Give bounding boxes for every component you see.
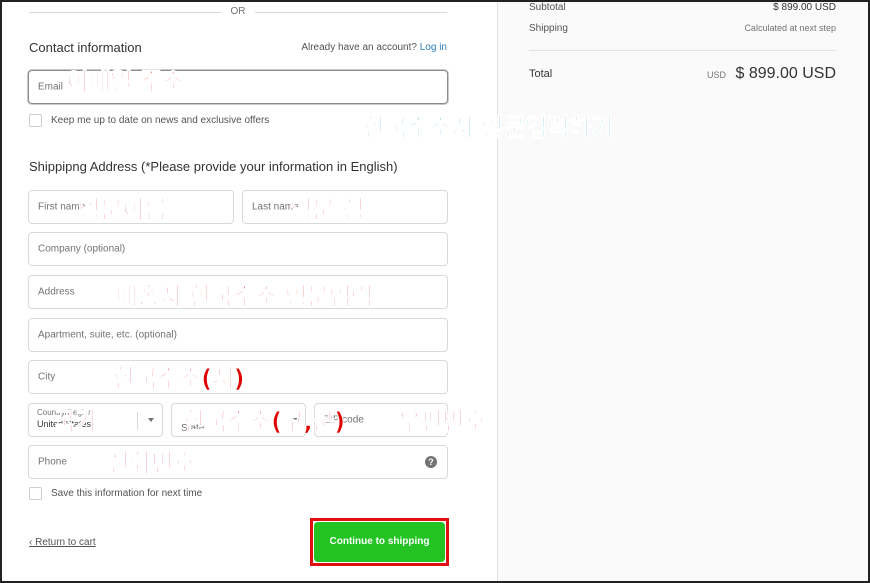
- summary-divider: [529, 50, 836, 51]
- annotation-country: 국가: [52, 407, 98, 437]
- divider-line-right: [255, 12, 447, 13]
- apartment-placeholder: Apartment, suite, etc. (optional): [38, 329, 177, 341]
- company-field[interactable]: Company (optional): [28, 232, 448, 266]
- annotation-phone: 전화번호: [106, 449, 196, 479]
- email-placeholder: Email: [38, 81, 64, 93]
- newsletter-checkbox[interactable]: [29, 114, 42, 127]
- company-placeholder: Company (optional): [38, 243, 126, 255]
- or-divider: OR: [29, 5, 447, 19]
- save-info-label: Save this information for next time: [51, 488, 203, 499]
- subtotal-label: Subtotal: [529, 2, 566, 13]
- shipping-value: Calculated at next step: [744, 23, 836, 33]
- chevron-down-icon: [148, 418, 154, 422]
- total-label: Total: [529, 68, 553, 80]
- total-currency: USD: [706, 70, 726, 80]
- save-info-checkbox[interactable]: [29, 487, 42, 500]
- annotation-state: 한국주소(구,군): [182, 407, 345, 437]
- annotation-english-address: 한국주소지 영문입력하기: [363, 113, 615, 143]
- annotation-last-name: 영문 성: [290, 195, 366, 225]
- apartment-field[interactable]: Apartment, suite, etc. (optional): [28, 318, 448, 352]
- newsletter-checkbox-row[interactable]: Keep me up to date on news and exclusive…: [29, 114, 269, 127]
- subtotal-row: Subtotal $ 899.00 USD: [529, 2, 836, 13]
- phone-placeholder: Phone: [38, 456, 67, 468]
- shipping-address-title: Shippipng Address (*Please provide your …: [29, 159, 398, 174]
- shipping-row: Shipping Calculated at next step: [529, 23, 836, 34]
- login-prompt-text: Already have an account?: [301, 42, 417, 53]
- annotation-email: 이메일 주소: [66, 67, 186, 97]
- return-to-cart-link[interactable]: ‹ Return to cart: [29, 537, 96, 548]
- total-row: Total USD $ 899.00 USD: [529, 65, 836, 87]
- order-summary-panel: Subtotal $ 899.00 USD Shipping Calculate…: [497, 0, 870, 583]
- total-value: $ 899.00 USD: [735, 65, 836, 82]
- help-icon[interactable]: ?: [425, 456, 437, 468]
- contact-info-title: Contact information: [29, 40, 142, 55]
- annotation-city: 한국주소(시): [113, 364, 246, 394]
- newsletter-label: Keep me up to date on news and exclusive…: [51, 115, 270, 126]
- annotation-address: 배송지 한국주소 영문입력: [114, 282, 373, 312]
- phone-field[interactable]: Phone ?: [28, 445, 448, 479]
- shipping-label: Shipping: [529, 23, 568, 34]
- city-placeholder: City: [38, 371, 56, 383]
- continue-to-shipping-button[interactable]: Continue to shipping: [314, 522, 445, 562]
- login-link[interactable]: Log in: [420, 42, 447, 53]
- save-info-checkbox-row[interactable]: Save this information for next time: [29, 487, 202, 500]
- annotation-zip: 우편번호: [397, 407, 487, 437]
- address-placeholder: Address: [38, 286, 75, 298]
- select-divider: [137, 412, 138, 430]
- annotation-first-name: 영문이름: [77, 195, 167, 225]
- subtotal-value: $ 899.00 USD: [773, 2, 836, 13]
- login-prompt: Already have an account? Log in: [301, 42, 447, 53]
